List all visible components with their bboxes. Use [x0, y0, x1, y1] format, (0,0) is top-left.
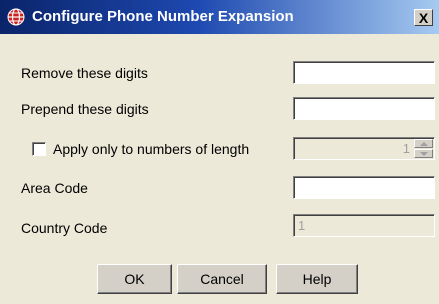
ok-button[interactable]: OK	[97, 264, 172, 294]
remove-digits-label: Remove these digits	[21, 65, 148, 81]
cancel-button[interactable]: Cancel	[177, 264, 267, 294]
prepend-digits-label: Prepend these digits	[21, 101, 149, 117]
spin-up-arrow-icon[interactable]	[414, 139, 433, 148]
country-code-label: Country Code	[21, 220, 108, 236]
spinner-buttons	[414, 139, 433, 158]
area-code-label: Area Code	[21, 180, 88, 196]
length-spinner[interactable]: 1	[293, 137, 435, 160]
apply-length-label: Apply only to numbers of length	[53, 141, 250, 157]
window-title: Configure Phone Number Expansion	[32, 8, 294, 25]
globe-icon	[7, 8, 25, 26]
spin-down-arrow-icon[interactable]	[414, 149, 433, 158]
area-code-input[interactable]	[293, 176, 435, 199]
apply-length-checkbox[interactable]	[32, 142, 46, 156]
configure-phone-dialog: Configure Phone Number Expansion X Remov…	[0, 0, 439, 304]
close-button[interactable]: X	[414, 9, 433, 26]
remove-digits-input[interactable]	[293, 61, 435, 84]
country-code-input[interactable]: 1	[293, 214, 435, 237]
prepend-digits-input[interactable]	[293, 97, 435, 120]
help-button[interactable]: Help	[276, 264, 358, 294]
title-bar[interactable]: Configure Phone Number Expansion X	[0, 0, 439, 34]
length-spinner-value: 1	[402, 141, 410, 156]
